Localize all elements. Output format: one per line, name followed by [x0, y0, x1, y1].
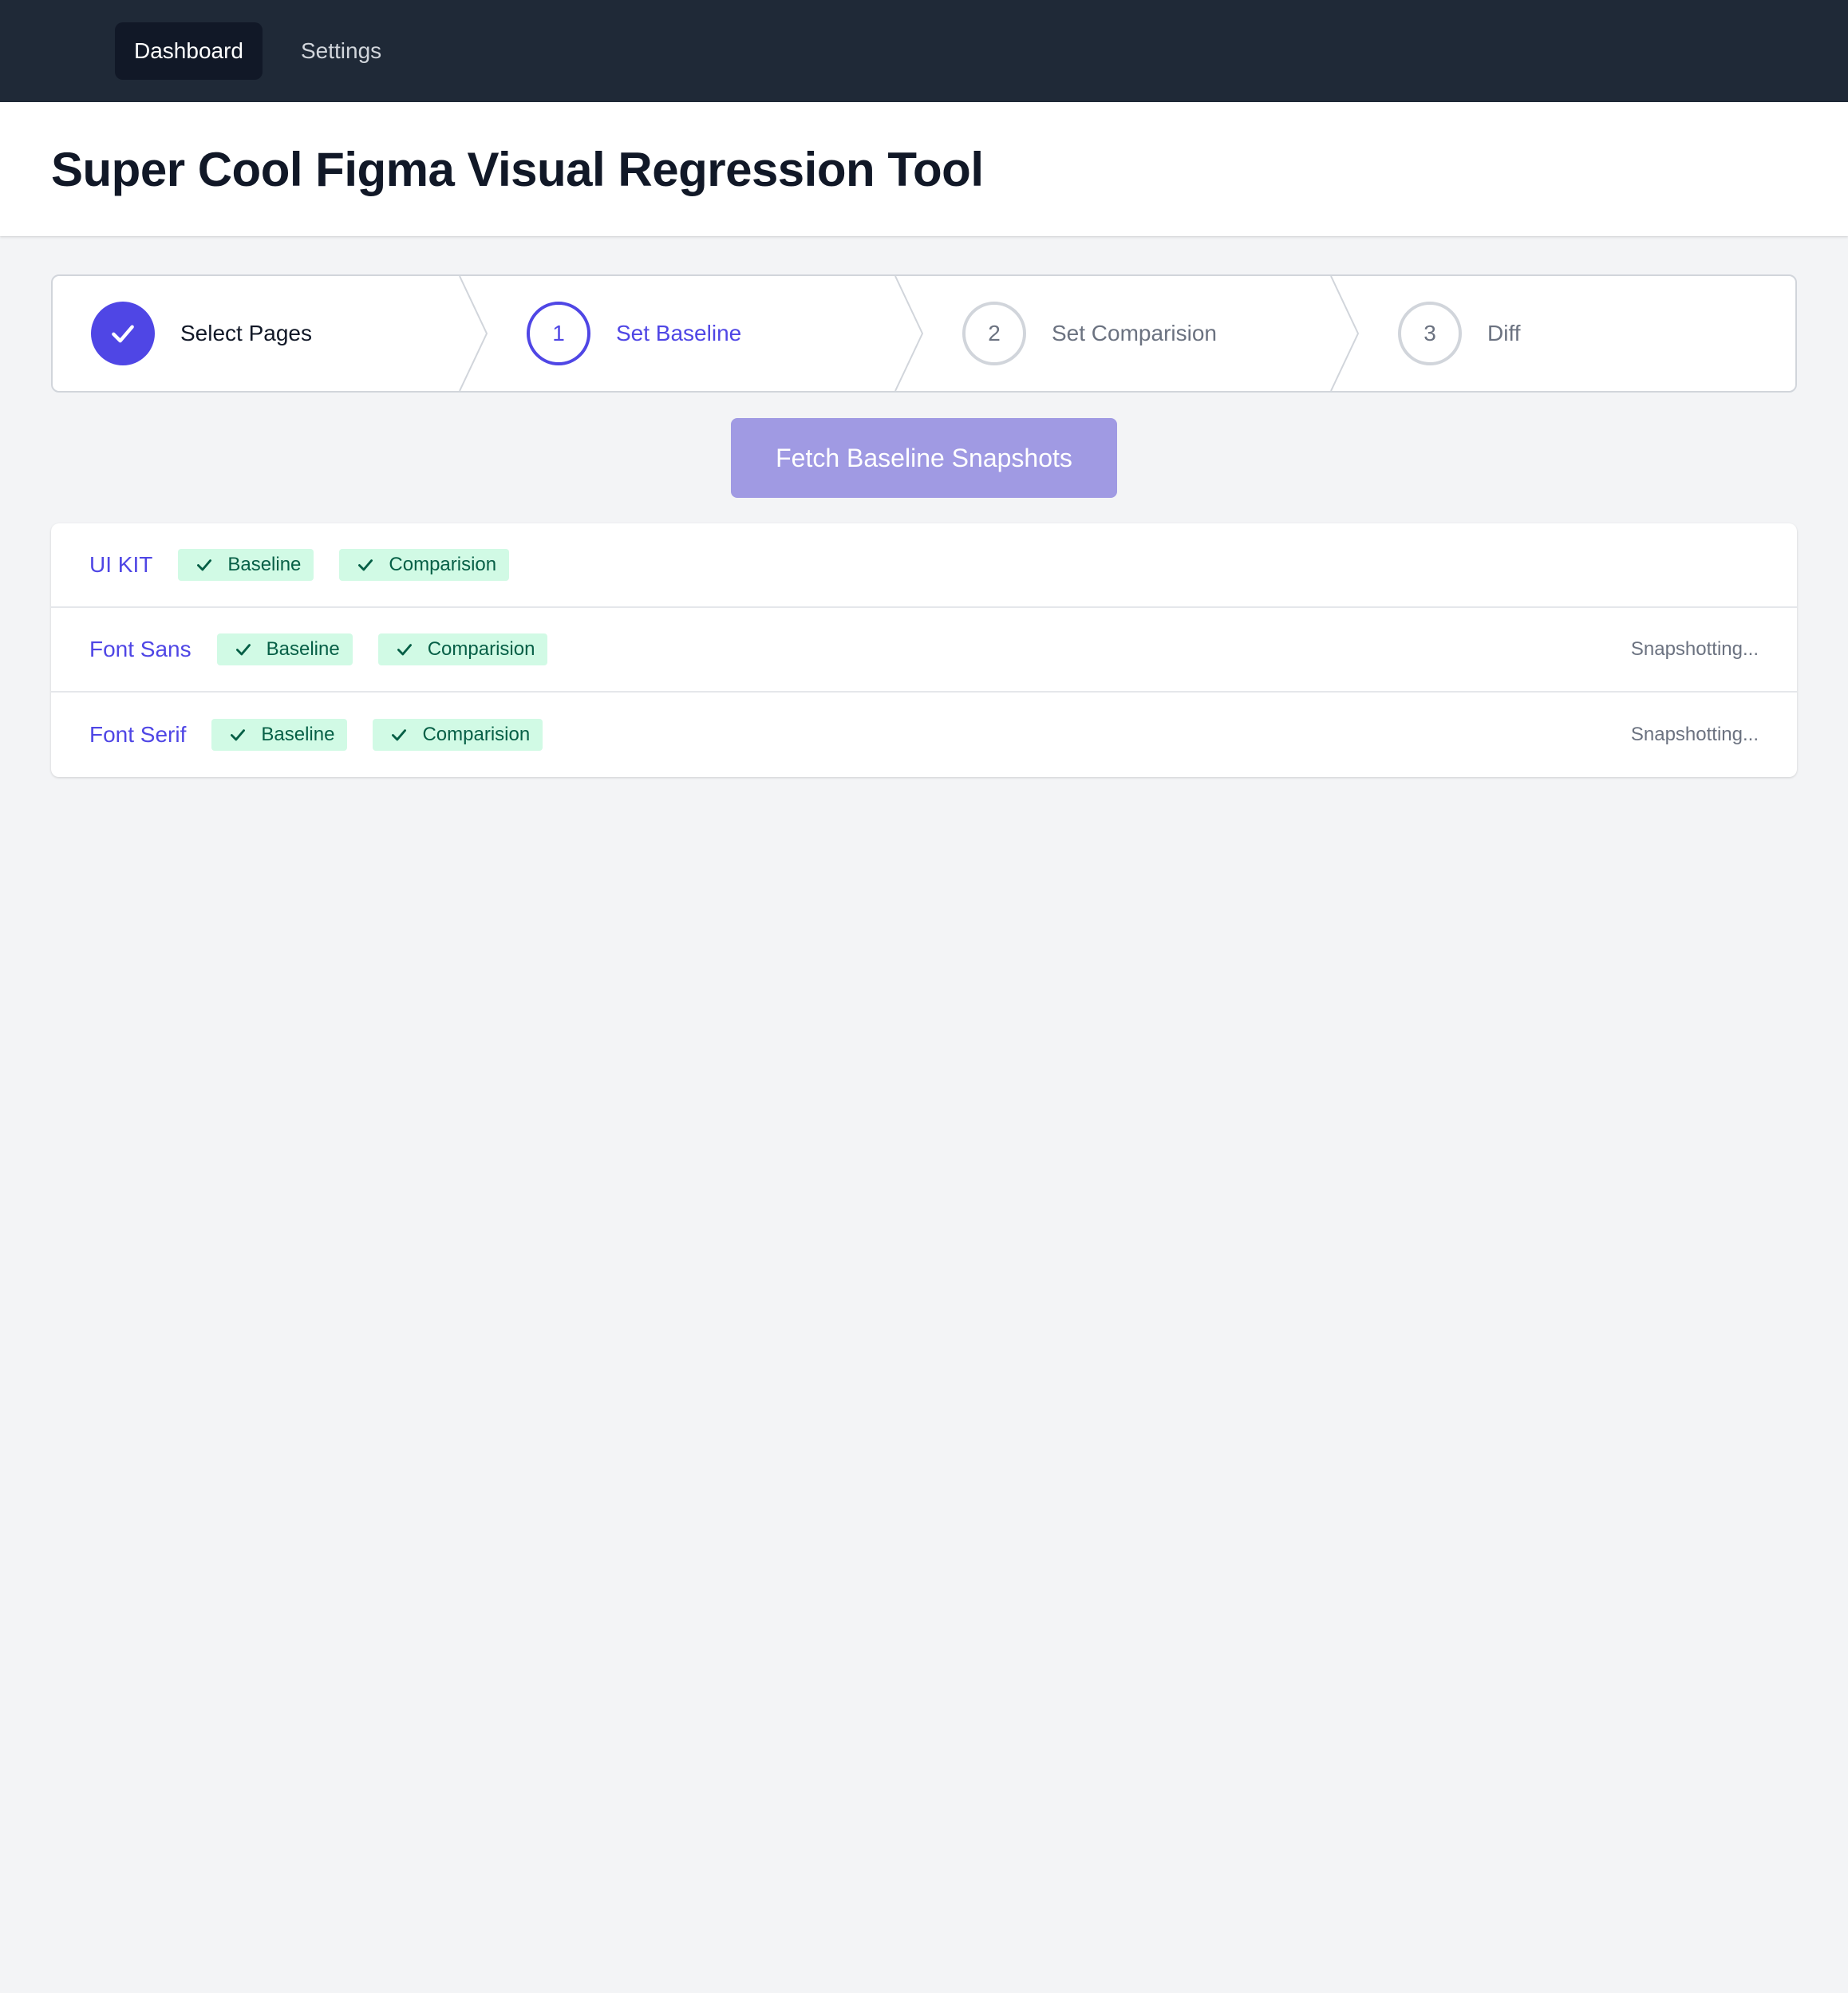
step-separator-chevron: [459, 276, 488, 391]
list-item: Font Sans Baseline Comparision Snapshott…: [51, 608, 1797, 693]
step-number-indicator: 3: [1398, 302, 1462, 365]
baseline-badge: Baseline: [216, 633, 353, 665]
badge-label: Baseline: [266, 638, 340, 660]
page-list: UI KIT Baseline Comparision Font Sans Ba…: [51, 523, 1797, 777]
baseline-badge: Baseline: [178, 549, 314, 581]
comparision-badge: Comparision: [339, 549, 510, 581]
list-item: UI KIT Baseline Comparision: [51, 523, 1797, 608]
step-set-comparision[interactable]: 2 Set Comparision: [924, 276, 1360, 391]
step-label: Select Pages: [180, 321, 312, 345]
check-icon: [231, 729, 246, 741]
badge-label: Comparision: [427, 638, 535, 660]
page-name-link[interactable]: Font Sans: [89, 637, 192, 662]
action-row: Fetch Baseline Snapshots: [51, 393, 1797, 498]
page-name-link[interactable]: Font Serif: [89, 722, 186, 748]
check-icon: [392, 729, 407, 741]
page-title: Super Cool Figma Visual Regression Tool: [51, 142, 984, 196]
progress-stepper: Select Pages 1 Set Baseline 2 Set Compar…: [51, 274, 1797, 393]
badge-label: Comparision: [389, 554, 497, 575]
step-separator-chevron: [894, 276, 924, 391]
comparision-badge: Comparision: [373, 719, 543, 751]
step-number-indicator: 2: [962, 302, 1026, 365]
status-text: Snapshotting...: [1630, 724, 1759, 745]
nav-item-dashboard[interactable]: Dashboard: [115, 22, 263, 80]
step-complete-indicator: [91, 302, 155, 365]
step-number-indicator: 1: [527, 302, 590, 365]
badge-label: Comparision: [422, 724, 531, 745]
fetch-baseline-snapshots-button[interactable]: Fetch Baseline Snapshots: [731, 418, 1117, 498]
baseline-badge: Baseline: [211, 719, 348, 751]
top-nav: Dashboard Settings: [0, 0, 1848, 102]
comparision-badge: Comparision: [377, 633, 548, 665]
nav-item-settings[interactable]: Settings: [282, 22, 401, 80]
check-icon: [197, 559, 212, 571]
page-header: Super Cool Figma Visual Regression Tool: [0, 102, 1848, 236]
step-label: Set Comparision: [1052, 321, 1217, 345]
check-icon: [235, 644, 251, 656]
page-name-link[interactable]: UI KIT: [89, 552, 152, 578]
check-icon: [112, 325, 134, 343]
check-icon: [358, 559, 373, 571]
status-text: Snapshotting...: [1630, 638, 1759, 660]
badge-label: Baseline: [227, 554, 302, 575]
step-label: Diff: [1487, 321, 1521, 345]
step-set-baseline[interactable]: 1 Set Baseline: [488, 276, 924, 391]
list-item: Font Serif Baseline Comparision Snapshot…: [51, 693, 1797, 777]
step-select-pages[interactable]: Select Pages: [53, 276, 488, 391]
check-icon: [397, 644, 412, 656]
badge-label: Baseline: [261, 724, 335, 745]
main-content: Select Pages 1 Set Baseline 2 Set Compar…: [0, 236, 1848, 777]
step-diff[interactable]: 3 Diff: [1360, 276, 1795, 391]
step-separator-chevron: [1330, 276, 1360, 391]
step-label: Set Baseline: [616, 321, 742, 345]
